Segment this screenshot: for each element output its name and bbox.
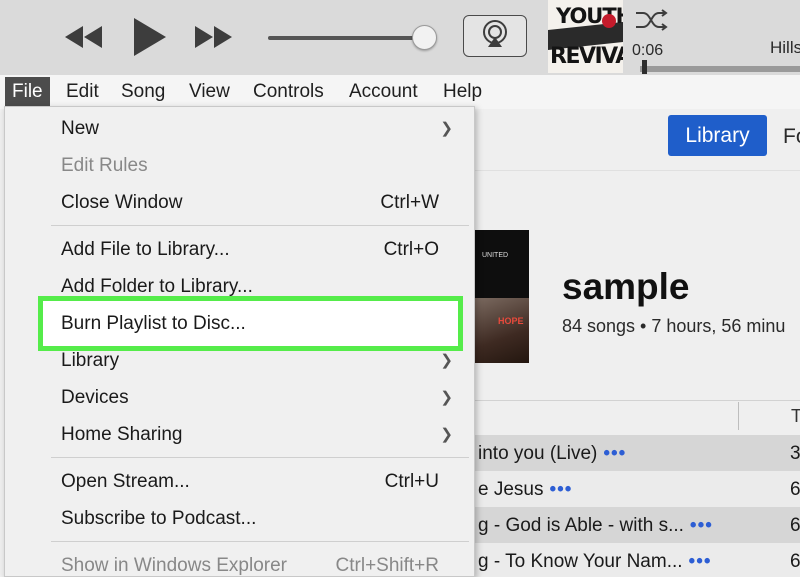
- menu-file[interactable]: File: [5, 77, 50, 107]
- menu-separator: [51, 457, 469, 458]
- menu-item-show-in-explorer: Show in Windows Explorer Ctrl+Shift+R: [61, 555, 439, 576]
- menu-controls[interactable]: Controls: [253, 81, 324, 103]
- more-options-icon[interactable]: •••: [689, 551, 712, 572]
- chevron-right-icon: ❯: [440, 120, 453, 137]
- song-row[interactable]: g - God is Able - with s... ••• 6: [474, 507, 800, 543]
- chevron-right-icon: ❯: [440, 389, 453, 406]
- airplay-icon: [480, 19, 510, 53]
- menu-item-add-file[interactable]: Add File to Library... Ctrl+O: [5, 232, 475, 268]
- tab-for-you[interactable]: Fo: [783, 125, 800, 149]
- menu-item-edit-rules: Edit Rules: [61, 155, 148, 176]
- menu-bar: File Edit Song View Controls Account Hel…: [0, 75, 800, 109]
- menu-help[interactable]: Help: [443, 81, 482, 103]
- chevron-right-icon: ❯: [440, 426, 453, 443]
- song-row[interactable]: g - To Know Your Nam... ••• 6: [474, 543, 800, 577]
- menu-item-burn-playlist[interactable]: Burn Playlist to Disc...: [38, 296, 463, 351]
- song-row[interactable]: e Jesus ••• 6: [474, 471, 800, 507]
- volume-knob[interactable]: [412, 25, 437, 50]
- track-title: Hills: [770, 38, 800, 57]
- fast-forward-icon[interactable]: [190, 22, 238, 52]
- menu-separator: [51, 225, 469, 226]
- divider: [474, 170, 800, 171]
- menu-item-close-window[interactable]: Close Window Ctrl+W: [5, 185, 475, 221]
- volume-slider[interactable]: [268, 36, 426, 40]
- column-resize-handle[interactable]: [738, 402, 739, 430]
- menu-view[interactable]: View: [189, 81, 230, 103]
- song-row[interactable]: into you (Live) ••• 3: [474, 435, 800, 471]
- menu-edit[interactable]: Edit: [66, 81, 99, 103]
- menu-account[interactable]: Account: [349, 81, 418, 103]
- playlist-title: sample: [562, 266, 690, 307]
- more-options-icon[interactable]: •••: [690, 515, 713, 536]
- shuffle-icon[interactable]: [632, 6, 672, 34]
- album-artwork[interactable]: YOUTH REVIVAL: [548, 0, 623, 73]
- playlist-cover[interactable]: UNITED HOPE: [474, 230, 529, 363]
- play-icon[interactable]: [126, 14, 172, 60]
- progress-knob[interactable]: [642, 60, 647, 74]
- column-header-divider: [474, 400, 800, 401]
- airplay-button[interactable]: [463, 15, 527, 57]
- menu-item-home-sharing[interactable]: Home Sharing ❯: [5, 417, 475, 453]
- player-toolbar: YOUTH REVIVAL 0:06 Hills: [0, 0, 800, 75]
- elapsed-time: 0:06: [632, 42, 664, 59]
- menu-item-open-stream[interactable]: Open Stream... Ctrl+U: [5, 464, 475, 500]
- more-options-icon[interactable]: •••: [549, 479, 572, 500]
- menu-item-devices[interactable]: Devices ❯: [5, 380, 475, 416]
- library-button[interactable]: Library: [668, 115, 767, 156]
- menu-item-new[interactable]: New ❯: [5, 111, 475, 147]
- playlist-meta: 84 songs • 7 hours, 56 minu: [562, 316, 786, 336]
- chevron-right-icon: ❯: [440, 352, 453, 369]
- rewind-icon[interactable]: [60, 22, 108, 52]
- column-header-time[interactable]: T: [791, 406, 800, 427]
- menu-item-subscribe-podcast[interactable]: Subscribe to Podcast...: [5, 501, 475, 537]
- more-options-icon[interactable]: •••: [603, 443, 626, 464]
- menu-song[interactable]: Song: [121, 81, 165, 103]
- progress-bar[interactable]: [640, 66, 800, 72]
- menu-separator: [51, 541, 469, 542]
